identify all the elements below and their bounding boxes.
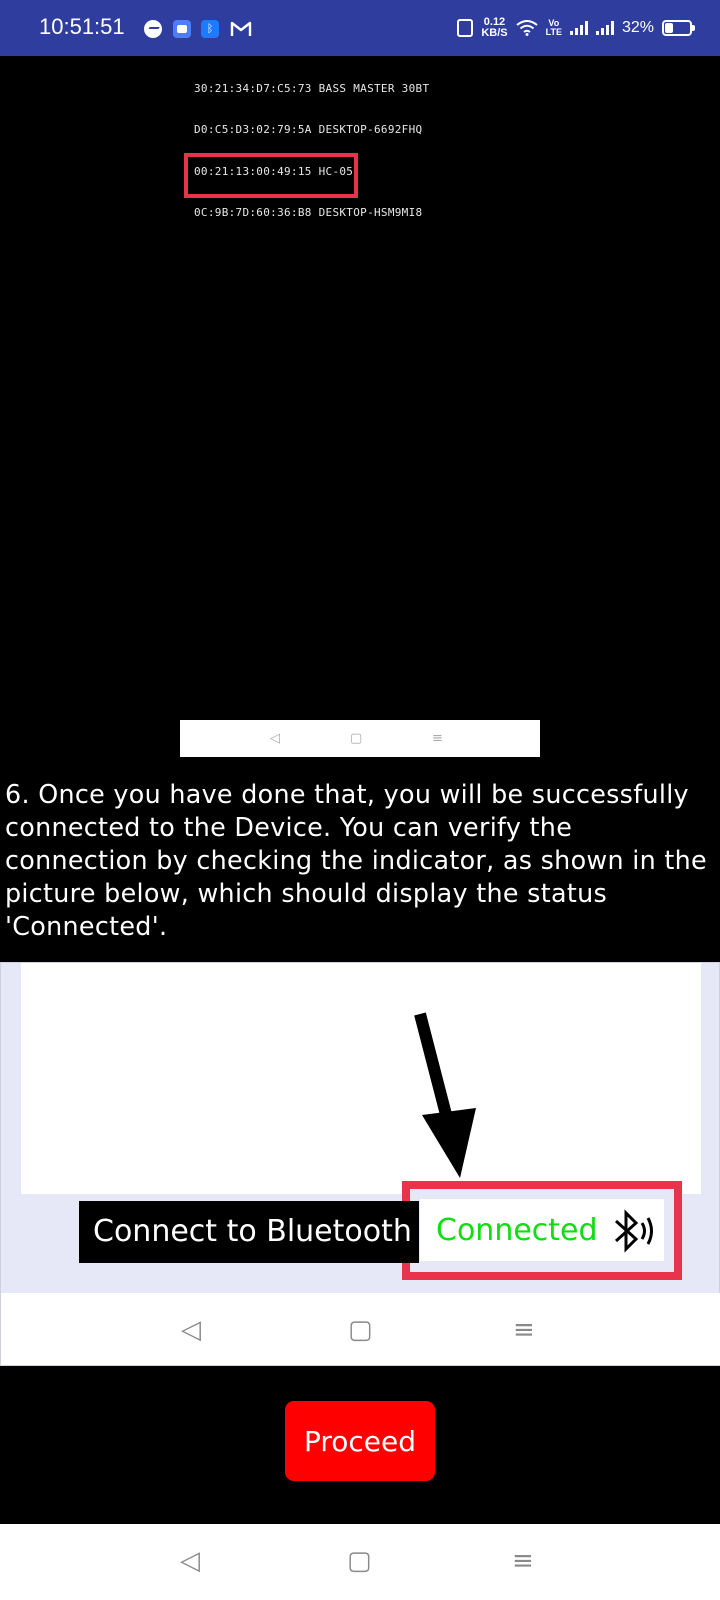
volte-line2: LTE [545,27,562,37]
example-blank-area [21,963,701,1194]
example-connection-image: ◁ ▢ ≡ [0,962,720,1366]
screenshot-nav-bar: ◁ ▢ ≡ [180,720,540,757]
network-speed: 0.12 KB/S [481,17,507,39]
example-nav-bar: ◁ ▢ ≡ [1,1293,720,1365]
menu-icon: ≡ [513,1315,535,1345]
gmail-icon [230,21,252,36]
connected-status-text: Connected [436,1213,598,1248]
home-icon: ▢ [350,731,363,746]
network-speed-unit: KB/S [481,27,508,39]
messenger-icon [144,20,162,38]
device-item: 30:21:34:D7:C5:73 BASS MASTER 30BT [194,82,430,95]
home-icon: ▢ [348,1315,373,1345]
status-indicator: Connected [420,1199,664,1261]
signal-icon [569,21,588,35]
connect-to-bluetooth-button: Connect to Bluetooth [79,1201,419,1263]
volte-icon: Vo LTE [546,19,562,37]
connected-highlight-box: Connected [402,1181,682,1280]
back-icon: ◁ [181,1315,201,1345]
device-item: 0C:9B:7D:60:36:B8 DESKTOP-HSM9MI8 [194,206,423,219]
signal-icon [595,21,614,35]
back-icon[interactable]: ◁ [180,1546,200,1576]
device-item: D0:C5:D3:02:79:5A DESKTOP-6692FHQ [194,123,423,136]
bluetooth-icon [614,1209,653,1253]
wifi-icon [516,20,538,36]
instruction-text: 6. Once you have done that, you will be … [5,779,707,941]
battery-percent: 32% [621,19,654,36]
vibrate-icon [457,19,474,37]
home-icon[interactable]: ▢ [347,1546,372,1576]
menu-icon: ≡ [432,731,443,746]
battery-icon [662,20,695,36]
menu-icon[interactable]: ≡ [512,1546,534,1576]
system-nav-bar: ◁ ▢ ≡ [0,1524,720,1600]
device-highlight-box [184,153,358,198]
proceed-button[interactable]: Proceed [285,1401,435,1481]
device-list-screenshot: 30:21:34:D7:C5:73 BASS MASTER 30BT D0:C5… [180,70,540,740]
status-system-icons: 0.12 KB/S Vo LTE 32% [457,14,695,42]
bluetooth-notification-icon: ᛒ [201,20,219,38]
app-icon [173,20,191,38]
status-time: 10:51:51 [39,14,125,39]
status-bar: 10:51:51 ᛒ 0.12 KB/S Vo LTE 32% [0,0,720,56]
back-icon: ◁ [270,731,280,746]
arrow-down-icon [414,1012,476,1178]
